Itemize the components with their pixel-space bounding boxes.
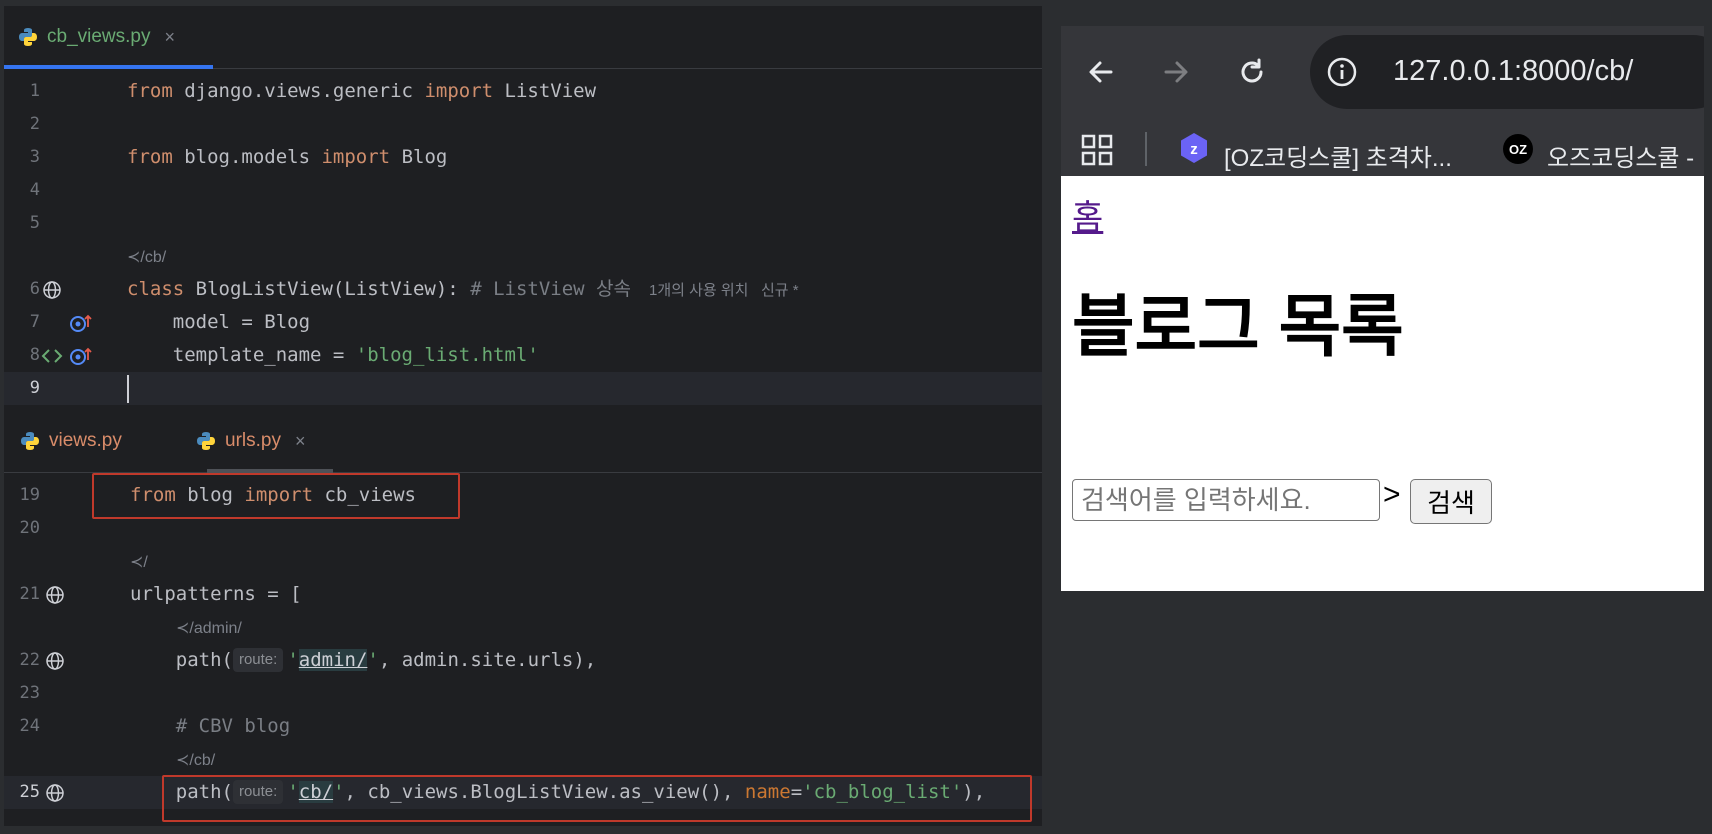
line-number: 24 xyxy=(19,716,40,736)
bookmark-label[interactable]: [OZ코딩스쿨] 초격차... xyxy=(1224,138,1452,173)
site-info-icon[interactable] xyxy=(1326,56,1358,88)
forward-arrow-icon[interactable] xyxy=(1158,54,1194,90)
tab-views[interactable]: views.py xyxy=(20,410,122,472)
code-text: # CBV blog xyxy=(130,715,291,737)
line-number: 7 xyxy=(29,312,40,332)
browser-window: 127.0.0.1:8000/cb/ z [OZ코딩스쿨] 초격차... OZ … xyxy=(1061,26,1704,591)
active-tab-indicator xyxy=(4,65,213,69)
code-line[interactable]: 22 path(route:'admin/', admin.site.urls)… xyxy=(4,644,1042,677)
search-input[interactable] xyxy=(1072,479,1380,521)
override-icon[interactable] xyxy=(69,313,93,333)
line-number: 9 xyxy=(29,378,40,398)
code-line[interactable]: 1 from django.views.generic import ListVi… xyxy=(4,75,1042,108)
code-text: from django.views.generic import ListVie… xyxy=(127,80,597,102)
bookmark-oz-school[interactable]: OZ xyxy=(1502,133,1534,170)
line-number: 23 xyxy=(19,683,40,703)
close-icon[interactable]: × xyxy=(295,431,306,452)
search-button[interactable]: 검색 xyxy=(1410,479,1492,524)
python-file-icon xyxy=(197,432,215,450)
code-line[interactable]: 21 urlpatterns = [ xyxy=(4,578,1042,611)
code-lens-route: ≺/cb/ xyxy=(176,752,216,769)
svg-text:OZ: OZ xyxy=(1509,142,1527,157)
line-number: 22 xyxy=(19,650,40,670)
override-icon[interactable] xyxy=(69,346,93,366)
code-line[interactable]: 9 xyxy=(4,372,1042,405)
template-tag-icon[interactable] xyxy=(41,346,63,366)
tab-urls[interactable]: urls.py × xyxy=(196,410,305,472)
page-title: 블로그 목록 xyxy=(1072,289,1404,365)
code-line[interactable]: ≺/cb/ xyxy=(4,240,1042,273)
bookmark-divider xyxy=(1145,132,1147,166)
line-number: 20 xyxy=(19,518,40,538)
code-text: model = Blog xyxy=(127,311,311,333)
code-line[interactable]: 5 xyxy=(4,207,1042,240)
line-number: 19 xyxy=(19,485,40,505)
code-line[interactable]: 2 xyxy=(4,108,1042,141)
code-line[interactable]: 8 template_name = 'blog_list.html' xyxy=(4,339,1042,372)
close-icon[interactable]: × xyxy=(165,27,176,48)
code-line[interactable]: ≺/ xyxy=(4,545,1042,578)
line-number: 6 xyxy=(29,279,40,299)
web-endpoint-icon[interactable] xyxy=(42,280,62,300)
oz-circle-icon: OZ xyxy=(1503,134,1533,164)
python-file-icon xyxy=(19,28,37,46)
reload-icon[interactable] xyxy=(1234,54,1270,90)
line-number: 8 xyxy=(29,345,40,365)
code-text: class BlogListView(ListView): # ListView… xyxy=(127,278,799,300)
line-number: 1 xyxy=(29,81,40,101)
code-line[interactable]: ≺/cb/ xyxy=(4,743,1042,776)
code-line[interactable]: 6 class BlogListView(ListView): # ListVie… xyxy=(4,273,1042,306)
z-hex-icon: z xyxy=(1181,133,1207,163)
bookmark-oz-course[interactable]: z xyxy=(1179,132,1209,169)
code-text: urlpatterns = [ xyxy=(130,583,302,605)
tab-label: cb_views.py xyxy=(47,26,151,47)
web-endpoint-icon[interactable] xyxy=(45,585,65,605)
line-number: 25 xyxy=(19,782,40,802)
web-endpoint-icon[interactable] xyxy=(45,651,65,671)
tab-cb-views[interactable]: cb_views.py × xyxy=(18,6,175,68)
bookmark-label[interactable]: 오즈코딩스쿨 - xyxy=(1547,138,1694,173)
apps-grid-icon[interactable] xyxy=(1081,134,1113,166)
editor-pane-top[interactable]: 1 from django.views.generic import ListVi… xyxy=(4,75,1042,409)
code-line[interactable]: 24 # CBV blog xyxy=(4,710,1042,743)
highlight-box-import xyxy=(92,473,460,519)
gt-text: > xyxy=(1383,478,1401,511)
line-number: 3 xyxy=(29,147,40,167)
code-lens-route: ≺/ xyxy=(130,554,148,571)
line-number: 4 xyxy=(29,180,40,200)
code-text: from blog.models import Blog xyxy=(127,146,448,168)
tab-label: urls.py xyxy=(225,430,281,451)
web-endpoint-icon[interactable] xyxy=(45,783,65,803)
url-text: 127.0.0.1:8000/cb/ xyxy=(1393,55,1634,87)
code-text: template_name = 'blog_list.html' xyxy=(127,344,539,366)
tab-label: views.py xyxy=(49,430,122,451)
line-number: 2 xyxy=(29,114,40,134)
editor-tabbar-bottom: views.py urls.py × xyxy=(4,410,1042,473)
back-arrow-icon[interactable] xyxy=(1083,54,1119,90)
editor-pane-bottom[interactable]: 19 from blog import cb_views 20 ≺/21 urlpatt… xyxy=(4,479,1042,826)
code-line[interactable]: 4 xyxy=(4,174,1042,207)
browser-toolbar: 127.0.0.1:8000/cb/ z [OZ코딩스쿨] 초격차... OZ … xyxy=(1061,26,1704,176)
code-line[interactable]: 3 from blog.models import Blog xyxy=(4,141,1042,174)
code-lens-route: ≺/admin/ xyxy=(176,620,242,637)
svg-text:z: z xyxy=(1190,141,1198,158)
line-number: 5 xyxy=(29,213,40,233)
code-text: path(route:'admin/', admin.site.urls), xyxy=(130,648,597,672)
web-page: 홈 블로그 목록 > 검색 xyxy=(1061,176,1704,591)
code-line[interactable]: 23 xyxy=(4,677,1042,710)
python-file-icon xyxy=(21,432,39,450)
line-number: 21 xyxy=(19,584,40,604)
text-caret xyxy=(127,375,129,403)
code-line[interactable]: 7 model = Blog xyxy=(4,306,1042,339)
code-editor: cb_views.py × 1 from django.views.generic… xyxy=(4,6,1042,826)
editor-tabbar-top: cb_views.py × xyxy=(4,6,1042,69)
code-line[interactable]: ≺/admin/ xyxy=(4,611,1042,644)
highlight-box-path xyxy=(162,775,1032,822)
code-lens-route: ≺/cb/ xyxy=(127,249,167,266)
home-link[interactable]: 홈 xyxy=(1072,190,1103,239)
usage-hint: 1개의 사용 위치 신규 * xyxy=(648,282,799,299)
address-bar[interactable]: 127.0.0.1:8000/cb/ xyxy=(1310,35,1704,109)
